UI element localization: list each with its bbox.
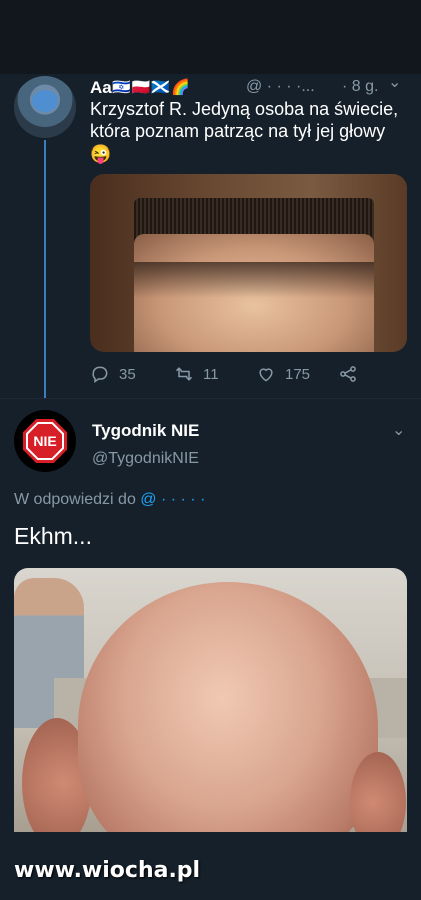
- retweet-count: 11: [203, 365, 219, 383]
- reply-icon: [92, 366, 108, 383]
- emoji-wink-tongue: 😜: [90, 145, 112, 164]
- thread-connector-line: [44, 140, 46, 398]
- share-button[interactable]: [338, 364, 358, 384]
- watermark: www.wiocha.pl: [14, 858, 201, 883]
- tweet-divider: [0, 398, 421, 399]
- reply-prefix: W odpowiedzi do: [14, 491, 136, 508]
- retweet-button[interactable]: 11: [174, 364, 219, 384]
- tweet-time[interactable]: · 8 g.: [342, 78, 378, 96]
- author-handle[interactable]: @ · · · ·...: [246, 78, 315, 96]
- chevron-down-icon[interactable]: ⌄: [388, 72, 401, 92]
- avatar[interactable]: [14, 76, 76, 138]
- tweet-image[interactable]: [14, 568, 407, 832]
- tweet-image[interactable]: [90, 174, 407, 352]
- author-handle[interactable]: @TygodnikNIE: [92, 450, 199, 468]
- avatar-blur: [32, 90, 58, 112]
- avatar[interactable]: NIE: [14, 410, 76, 472]
- top-dark-band: [0, 0, 421, 74]
- reply-count: 35: [119, 365, 136, 383]
- nie-logo-text: NIE: [28, 424, 62, 458]
- retweet-icon: [175, 367, 193, 381]
- nie-logo: NIE: [23, 419, 67, 463]
- tweet-actions: 35 11 175: [90, 364, 390, 388]
- tweet-text-body: Krzysztof R. Jedyną osoba na świecie, kt…: [90, 99, 399, 141]
- reply-context: W odpowiedzi do @ · · · · ·: [14, 491, 205, 509]
- chevron-down-icon[interactable]: ⌄: [392, 420, 405, 440]
- author-name[interactable]: Tygodnik NIE: [92, 421, 199, 441]
- share-icon: [340, 366, 356, 382]
- reply-button[interactable]: 35: [90, 364, 136, 384]
- like-count: 175: [285, 365, 311, 383]
- image-bald-head: [78, 582, 378, 832]
- image-shadow: [134, 262, 374, 298]
- author-flags: 🇮🇱🇵🇱🏴󠁧󠁢󠁳󠁣󠁴󠁿🌈: [112, 79, 191, 96]
- tweet-text: Ekhm...: [14, 523, 92, 549]
- like-button[interactable]: 175: [256, 364, 310, 384]
- heart-icon: [259, 368, 273, 382]
- image-ear-right: [350, 752, 406, 832]
- reply-mention-link[interactable]: @ · · · · ·: [140, 491, 205, 508]
- author-name[interactable]: Aa: [90, 78, 112, 98]
- tweet-text: Krzysztof R. Jedyną osoba na świecie, kt…: [90, 98, 410, 165]
